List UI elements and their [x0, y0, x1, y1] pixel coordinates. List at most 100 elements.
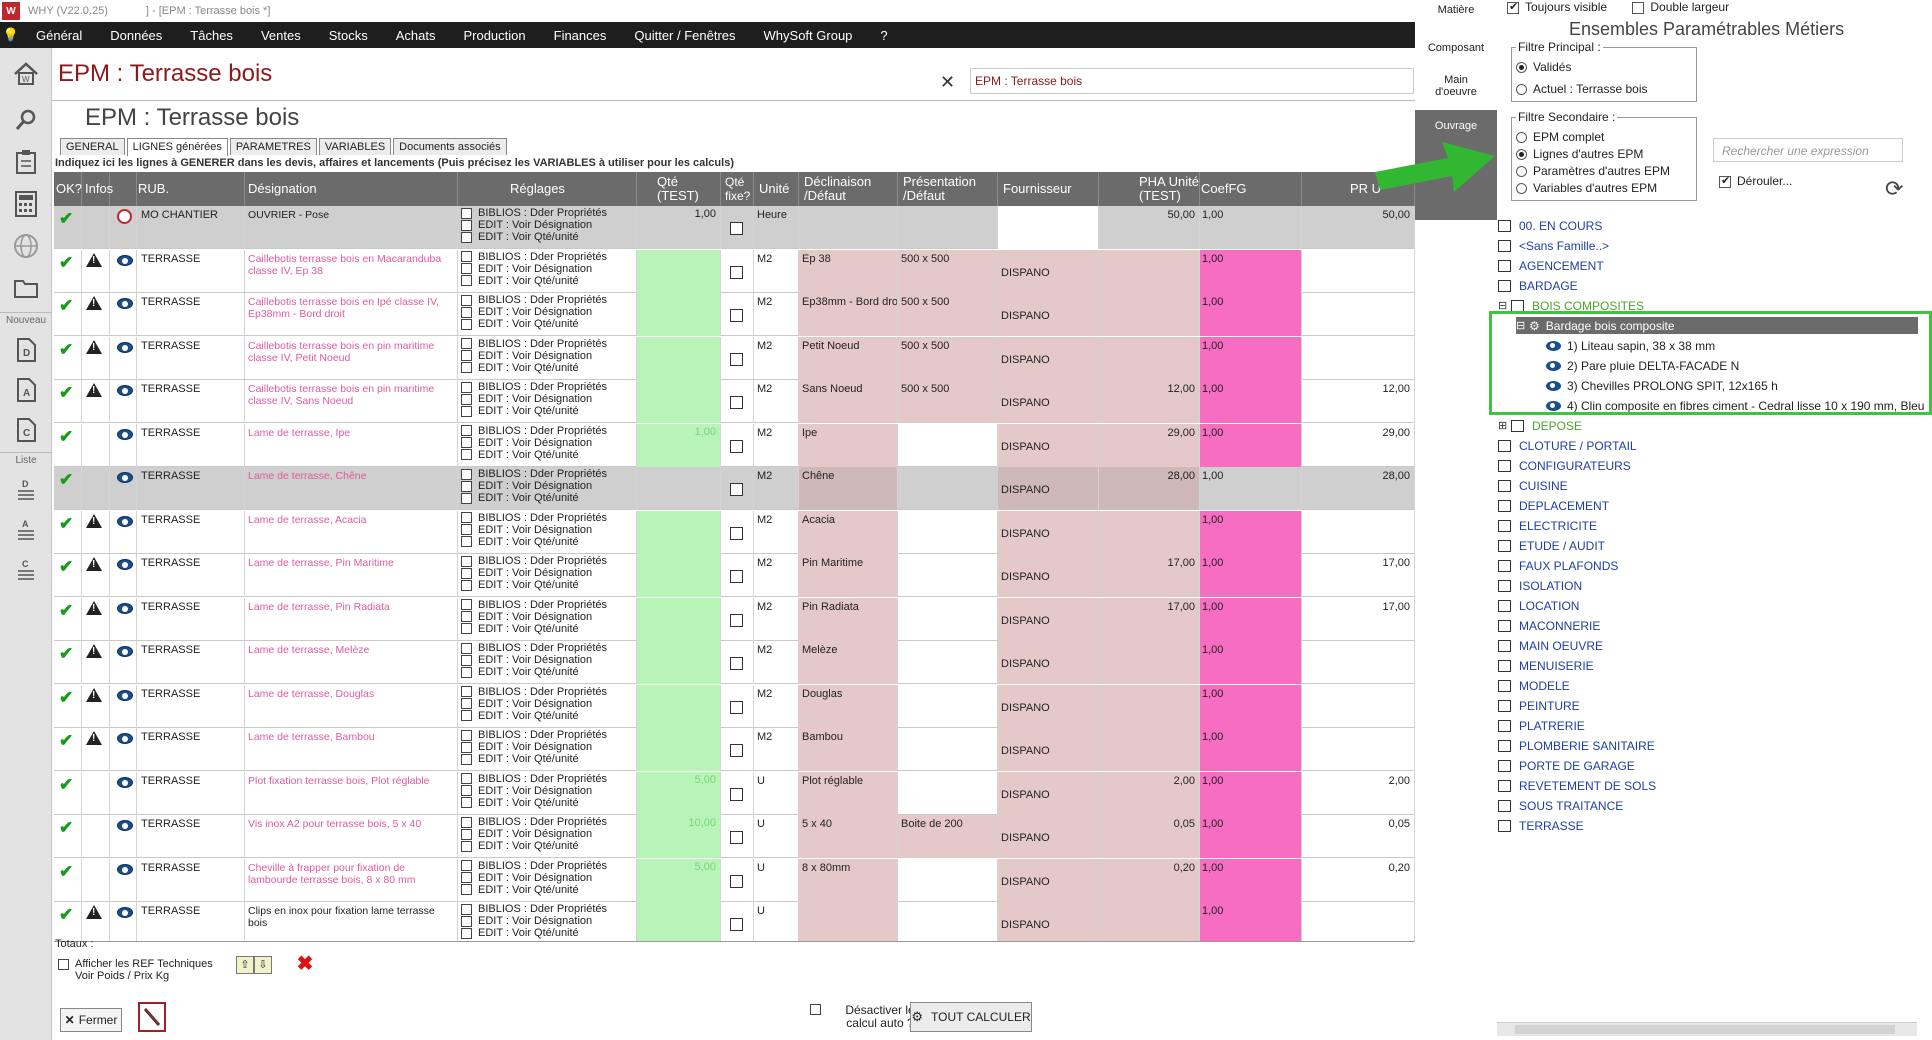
designation-cell[interactable]: Caillebotis terrasse bois en pin maritim… [245, 336, 458, 380]
qte-cell[interactable]: 1,00 [637, 423, 721, 467]
fournisseur-cell[interactable]: DISPANO [998, 902, 1099, 941]
eye-icon[interactable] [117, 472, 133, 483]
eye-icon[interactable] [117, 733, 133, 744]
ok-cell[interactable]: ✔ [54, 554, 82, 597]
reglage-checkbox[interactable] [461, 654, 472, 666]
reglages-cell[interactable]: BIBLIOS : Dder Propriétés EDIT : Voir Dés… [458, 684, 637, 728]
tree-item[interactable]: PEINTURE [1498, 697, 1580, 714]
fp-valides[interactable]: Validés [1516, 60, 1571, 74]
infos-cell[interactable] [110, 641, 137, 684]
declinaison-cell[interactable]: Pin Radiata [799, 597, 898, 641]
qte-fixe-checkbox[interactable] [730, 352, 743, 366]
desactiver-checkbox[interactable] [810, 1004, 821, 1015]
list-d-icon[interactable]: D [8, 472, 44, 508]
designation-cell[interactable]: Lame de terrasse, Pin Radiata [245, 597, 458, 641]
fournisseur-cell[interactable]: DISPANO [998, 336, 1099, 380]
reglages-cell[interactable]: BIBLIOS : Dder Propriétés EDIT : Voir Dés… [458, 858, 637, 902]
unite-cell[interactable]: Heure [754, 206, 799, 249]
reglage-line[interactable]: EDIT : Voir Qté/unité [461, 797, 636, 809]
qte-cell[interactable] [637, 554, 721, 597]
presentation-cell[interactable] [898, 467, 998, 510]
fs-lignes[interactable]: Lignes d'autres EPM [1516, 147, 1643, 161]
check-icon[interactable]: ✔ [59, 818, 73, 838]
col-designation[interactable]: Désignation [245, 172, 458, 206]
rub-cell[interactable]: TERRASSE [137, 249, 245, 293]
reglage-line[interactable]: EDIT : Voir Désignation [461, 350, 636, 362]
fournisseur-cell[interactable]: DISPANO [998, 597, 1099, 641]
declinaison-cell[interactable]: Ipe [799, 423, 898, 467]
fournisseur-cell[interactable]: DISPANO [998, 815, 1099, 858]
ok-cell[interactable]: ✔ [54, 380, 82, 423]
qte-cell[interactable]: 1,00 [637, 206, 721, 249]
presentation-cell[interactable]: 500 x 500 [898, 249, 998, 293]
qte-fixe-cell[interactable] [721, 380, 754, 423]
unite-cell[interactable]: U [754, 815, 799, 858]
declinaison-cell[interactable]: Pin Maritime [799, 554, 898, 597]
declinaison-cell[interactable]: Chêne [799, 467, 898, 510]
table-row[interactable]: ✔TERRASSELame de terrasse, Pin MaritimeB… [54, 554, 1415, 597]
table-row[interactable]: ✔ TERRASSEClips en inox pour fixation lam… [54, 902, 1415, 941]
menu-item-3[interactable]: Ventes [247, 28, 315, 43]
qte-fixe-checkbox[interactable] [730, 700, 743, 714]
infos-cell[interactable] [110, 336, 137, 380]
table-row[interactable]: ✔ TERRASSE Vis inox A2 pour terrasse bois,… [54, 815, 1415, 858]
unite-cell[interactable]: U [754, 771, 799, 815]
qte-cell[interactable] [637, 249, 721, 293]
coef-cell[interactable]: 1,00 [1200, 597, 1302, 641]
reglage-checkbox[interactable] [461, 275, 472, 286]
unite-cell[interactable]: M2 [754, 641, 799, 684]
reglage-line[interactable]: EDIT : Voir Désignation [461, 219, 636, 231]
reglage-checkbox[interactable] [461, 753, 472, 765]
fournisseur-cell[interactable]: DISPANO [998, 293, 1099, 336]
pha-cell[interactable]: 0,05 [1099, 815, 1200, 858]
fournisseur-cell[interactable]: DISPANO [998, 249, 1099, 293]
col-ok[interactable]: OK? [54, 172, 82, 206]
infos-cell[interactable] [110, 597, 137, 641]
reglage-line[interactable]: BIBLIOS : Dder Propriétés [461, 903, 636, 915]
fp-valides-radio[interactable] [1516, 62, 1527, 74]
reglage-line[interactable]: EDIT : Voir Désignation [461, 263, 636, 275]
side-tab-composant[interactable]: Composant [1415, 42, 1497, 60]
pha-cell[interactable] [1099, 641, 1200, 684]
tab-2[interactable]: PARAMETRES [229, 138, 317, 155]
qte-fixe-cell[interactable] [721, 858, 754, 902]
reglage-checkbox[interactable] [461, 393, 472, 405]
rub-cell[interactable]: TERRASSE [137, 510, 245, 554]
declinaison-cell[interactable]: Bambou [799, 728, 898, 771]
tree-item[interactable]: ETUDE / AUDIT [1498, 537, 1605, 554]
infos-cell[interactable] [110, 815, 137, 858]
check-icon[interactable]: ✔ [59, 905, 73, 925]
table-row[interactable]: ✔ TERRASSECaillebotis terrasse bois en pi… [54, 336, 1415, 380]
reglage-line[interactable]: BIBLIOS : Dder Propriétés [461, 251, 636, 263]
reglages-cell[interactable]: BIBLIOS : Dder Propriétés EDIT : Voir Dés… [458, 510, 637, 554]
infos-cell[interactable] [110, 206, 137, 249]
fournisseur-cell[interactable]: DISPANO [998, 380, 1099, 423]
infos-cell[interactable] [110, 293, 137, 336]
menu-item-4[interactable]: Stocks [315, 28, 382, 43]
reglage-line[interactable]: BIBLIOS : Dder Propriétés [461, 642, 636, 654]
menu-item-0[interactable]: Général [22, 28, 96, 43]
declinaison-cell[interactable]: Ep 38 [799, 249, 898, 293]
eye-icon[interactable] [117, 776, 133, 788]
coef-cell[interactable]: 1,00 [1200, 336, 1302, 380]
designation-cell[interactable]: Lame de terrasse, Bambou [245, 728, 458, 771]
reglages-cell[interactable]: BIBLIOS : Dder Propriétés EDIT : Voir Dés… [458, 597, 637, 641]
check-icon[interactable]: ✔ [59, 470, 73, 490]
col-pha[interactable]: PHA Unité (TEST) [1099, 172, 1200, 206]
fs-variables-radio[interactable] [1516, 183, 1527, 195]
qte-fixe-cell[interactable] [721, 641, 754, 684]
ok-cell[interactable]: ✔ [54, 641, 82, 684]
coef-cell[interactable]: 1,00 [1200, 728, 1302, 771]
qte-cell[interactable] [637, 510, 721, 554]
qte-fixe-cell[interactable] [721, 249, 754, 293]
presentation-cell[interactable] [898, 423, 998, 467]
reglage-line[interactable]: EDIT : Voir Qté/unité [461, 405, 636, 417]
qte-fixe-checkbox[interactable] [730, 396, 743, 409]
table-row[interactable]: ✔TERRASSELame de terrasse, DouglasBIBLIO… [54, 684, 1415, 728]
reglage-checkbox[interactable] [461, 729, 472, 741]
col-rub[interactable]: RUB. [137, 172, 245, 206]
tree-item[interactable]: PLOMBERIE SANITAIRE [1498, 737, 1655, 754]
table-row[interactable]: ✔TERRASSELame de terrasse, BambouBIBLIOS… [54, 728, 1415, 771]
tab-1[interactable]: LIGNES générées [126, 138, 228, 156]
ok-cell[interactable]: ✔ [54, 510, 82, 554]
